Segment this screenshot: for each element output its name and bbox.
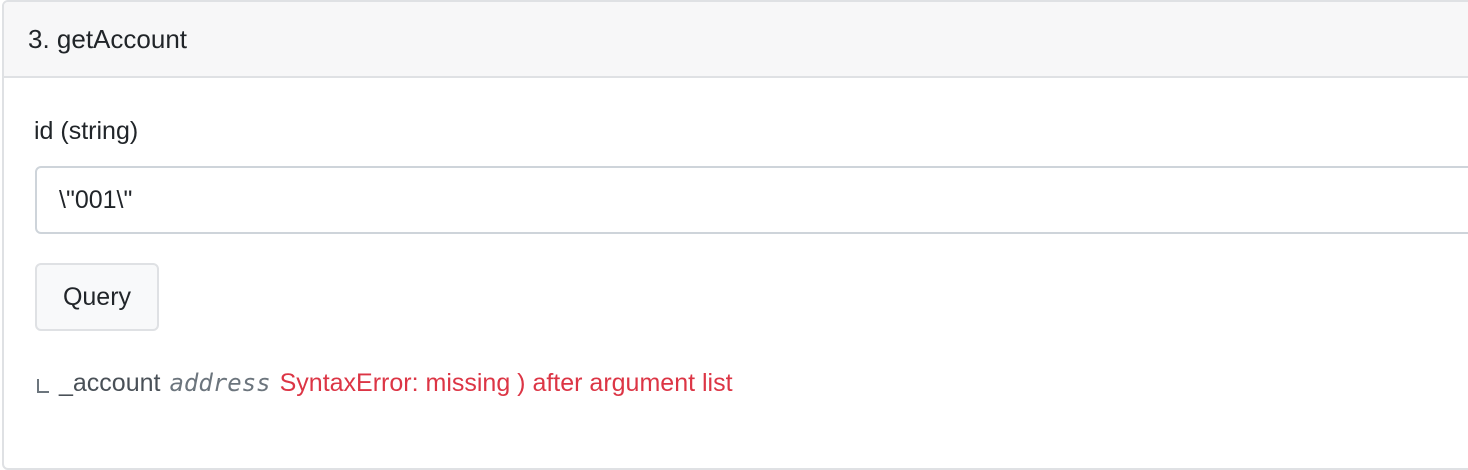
id-input[interactable] [35,166,1468,234]
method-card: 3. getAccount id (string) Query _account… [2,0,1468,470]
card-body: id (string) Query _account address Synta… [4,78,1468,399]
result-param-name: _account [59,369,161,397]
id-field-label: id (string) [34,117,139,145]
corner-arrow-icon [37,379,49,393]
result-error-text: SyntaxError: missing ) after argument li… [279,369,733,397]
method-title: 3. getAccount [28,23,187,54]
query-button[interactable]: Query [35,263,159,331]
query-result: _account address SyntaxError: missing ) … [34,367,1468,399]
result-param-type: address [169,369,271,397]
card-header: 3. getAccount [4,2,1468,78]
